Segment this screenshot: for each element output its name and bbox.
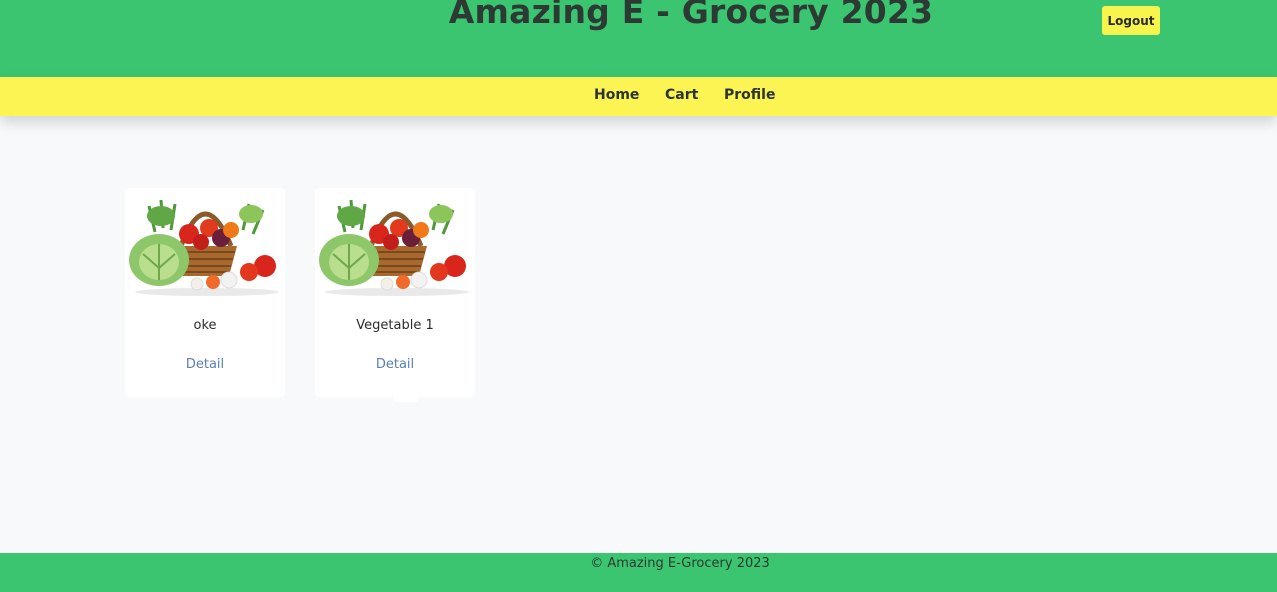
vegetable-basket-illustration <box>319 199 469 296</box>
site-title: Amazing E - Grocery 2023 <box>448 0 934 31</box>
vegetable-basket-image <box>315 188 475 296</box>
detail-link[interactable]: Detail <box>125 357 285 372</box>
nav-cart-link[interactable]: Cart <box>665 87 698 103</box>
vegetable-basket-image <box>125 188 285 296</box>
site-header: Amazing E - Grocery 2023 Logout <box>0 0 1277 77</box>
main-navbar: Home Cart Profile <box>0 77 1277 116</box>
product-card: Vegetable 1 Detail <box>315 188 475 397</box>
logout-button[interactable]: Logout <box>1102 6 1160 35</box>
detail-link[interactable]: Detail <box>315 357 475 372</box>
site-footer: © Amazing E-Grocery 2023 <box>0 553 1277 592</box>
product-name: Vegetable 1 <box>356 318 434 333</box>
product-card: oke Detail <box>125 188 285 397</box>
copyright-text: © Amazing E-Grocery 2023 <box>590 556 770 571</box>
nav-home-link[interactable]: Home <box>594 87 639 103</box>
nav-profile-link[interactable]: Profile <box>724 87 775 103</box>
product-name: oke <box>193 318 217 333</box>
vegetable-basket-illustration <box>129 199 279 296</box>
hover-tooltip-tab <box>393 396 419 402</box>
